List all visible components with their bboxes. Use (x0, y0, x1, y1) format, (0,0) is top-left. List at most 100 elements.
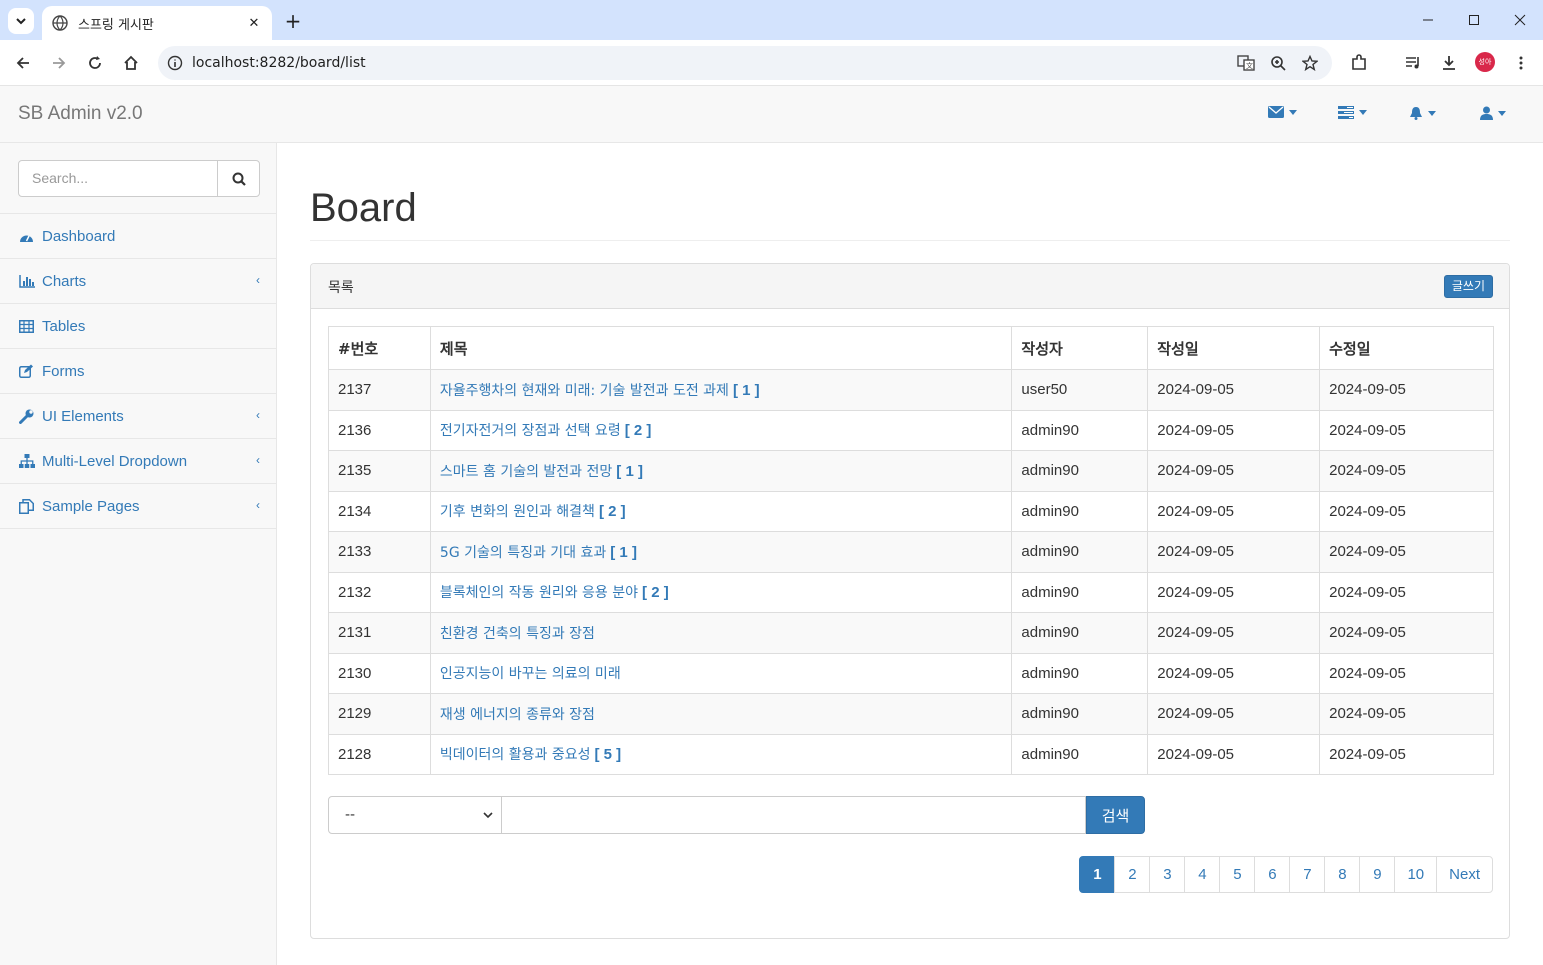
messages-dropdown[interactable] (1268, 106, 1297, 118)
zoom-icon[interactable] (1264, 49, 1292, 77)
next-page-link[interactable]: Next (1436, 856, 1493, 893)
post-title-link[interactable]: 블록체인의 작동 원리와 응용 분야 (440, 585, 638, 601)
post-writer: admin90 (1011, 612, 1149, 654)
page-link-9[interactable]: 9 (1359, 856, 1396, 893)
minimize-button[interactable] (1405, 0, 1451, 40)
post-regdate: 2024-09-05 (1147, 733, 1321, 775)
page-link-5[interactable]: 5 (1219, 856, 1256, 893)
post-updatedate: 2024-09-05 (1319, 531, 1494, 573)
new-tab-button[interactable]: + (280, 8, 306, 34)
post-title-link[interactable]: 빅데이터의 활용과 중요성 (440, 747, 591, 763)
column-header-writer: 작성자 (1011, 326, 1149, 370)
page-link-1[interactable]: 1 (1079, 856, 1116, 893)
post-title-link[interactable]: 스마트 홈 기술의 발전과 전망 (440, 464, 612, 480)
reload-icon (89, 56, 101, 69)
panel-title: 목록 (328, 280, 354, 296)
page-wrapper: Board 목록 글쓰기 #번호 제목 작성자 작성일 수정일 2137 자율주행… (277, 143, 1543, 965)
reload-button[interactable] (81, 49, 109, 77)
post-number: 2133 (328, 531, 431, 573)
chevron-left-icon: ‹ (256, 453, 260, 467)
bookmark-star-icon[interactable] (1296, 49, 1324, 77)
search-type-select[interactable]: -- (328, 796, 502, 834)
board-panel: 목록 글쓰기 #번호 제목 작성자 작성일 수정일 2137 자율주행차의 현재와… (310, 263, 1510, 939)
table-row: 2137 자율주행차의 현재와 미래: 기술 발전과 도전 과제[ 1 ] user… (328, 369, 1494, 411)
post-regdate: 2024-09-05 (1147, 571, 1321, 613)
page-link-6[interactable]: 6 (1254, 856, 1291, 893)
page-link-2[interactable]: 2 (1114, 856, 1151, 893)
post-title-link[interactable]: 자율주행차의 현재와 미래: 기술 발전과 도전 과제 (440, 383, 729, 399)
close-window-button[interactable] (1497, 0, 1543, 40)
site-info-icon[interactable] (158, 55, 192, 71)
search-button[interactable]: 검색 (1086, 796, 1145, 834)
browser-tab[interactable]: 스프링 게시판 ✕ (42, 6, 272, 40)
column-header-no: #번호 (328, 326, 431, 370)
address-bar[interactable]: localhost:8282/board/list 文 (158, 46, 1332, 80)
post-updatedate: 2024-09-05 (1319, 733, 1494, 775)
sidebar-item-dashboard[interactable]: Dashboard (0, 214, 276, 259)
sidebar-search-input[interactable]: Search... (18, 160, 218, 197)
arrow-right-icon (53, 57, 66, 69)
downloads-button[interactable] (1435, 49, 1463, 77)
home-icon (124, 55, 138, 70)
page-link-10[interactable]: 10 (1394, 856, 1438, 893)
sidebar-item-tables[interactable]: Tables (0, 304, 276, 349)
home-button[interactable] (117, 49, 145, 77)
post-regdate: 2024-09-05 (1147, 450, 1321, 492)
post-writer: admin90 (1011, 652, 1149, 694)
table-row: 2130 인공지능이 바꾸는 의료의 미래 admin90 2024-09-05 202… (328, 652, 1494, 694)
post-number: 2132 (328, 571, 431, 613)
tab-close-icon[interactable]: ✕ (246, 16, 262, 31)
sidebar-search-button[interactable] (217, 160, 260, 197)
search-form: -- 검색 (328, 796, 1145, 834)
back-button[interactable] (9, 49, 37, 77)
files-icon (19, 498, 35, 514)
post-number: 2136 (328, 409, 431, 451)
bar-chart-icon (19, 273, 35, 289)
sidebar-item-forms[interactable]: Forms (0, 349, 276, 394)
column-header-regdate: 작성일 (1147, 326, 1321, 370)
page-link-8[interactable]: 8 (1324, 856, 1361, 893)
table-row: 2131 친환경 건축의 특징과 장점 admin90 2024-09-05 2024-… (328, 612, 1494, 654)
table-row: 2132 블록체인의 작동 원리와 응용 분야[ 2 ] admin90 2024-0… (328, 571, 1494, 613)
puzzle-icon (1352, 54, 1366, 70)
post-title-link[interactable]: 인공지능이 바꾸는 의료의 미래 (440, 666, 621, 682)
sidebar-item-multi-level-dropdown[interactable]: Multi-Level Dropdown ‹ (0, 439, 276, 484)
search-keyword-input[interactable] (502, 796, 1086, 834)
sidebar-item-sample-pages[interactable]: Sample Pages ‹ (0, 484, 276, 529)
reply-count: [ 1 ] (732, 381, 760, 399)
url-text[interactable]: localhost:8282/board/list (192, 55, 366, 71)
tab-search-button[interactable] (8, 8, 34, 34)
page-link-7[interactable]: 7 (1289, 856, 1326, 893)
post-regdate: 2024-09-05 (1147, 369, 1321, 411)
table-row: 2128 빅데이터의 활용과 중요성[ 5 ] admin90 2024-09-05 2… (328, 733, 1494, 775)
caret-down-icon (1289, 109, 1297, 115)
maximize-button[interactable] (1451, 0, 1497, 40)
sidebar-item-charts[interactable]: Charts ‹ (0, 259, 276, 304)
envelope-icon (1268, 106, 1284, 118)
post-title-link[interactable]: 전기자전거의 장점과 선택 요령 (440, 423, 621, 439)
sidebar-item-ui-elements[interactable]: UI Elements ‹ (0, 394, 276, 439)
post-title-link[interactable]: 기후 변화의 원인과 해결책 (440, 504, 595, 520)
column-header-title: 제목 (429, 326, 1013, 370)
page-link-3[interactable]: 3 (1149, 856, 1186, 893)
alerts-dropdown[interactable] (1409, 106, 1436, 120)
forward-button[interactable] (45, 49, 73, 77)
tasks-dropdown[interactable] (1338, 106, 1367, 119)
reply-count: [ 1 ] (616, 462, 643, 480)
write-button[interactable]: 글쓰기 (1443, 275, 1493, 298)
sidebar-search: Search... (0, 143, 276, 214)
user-dropdown[interactable] (1480, 106, 1506, 120)
reply-count: [ 2 ] (624, 422, 652, 440)
post-title-link[interactable]: 5G 기술의 특징과 기대 효과 (440, 545, 606, 561)
post-title-link[interactable]: 친환경 건축의 특징과 장점 (440, 626, 595, 642)
profile-avatar[interactable]: 성아 (1475, 52, 1495, 72)
translate-icon[interactable]: 文 (1232, 49, 1260, 77)
media-control-button[interactable] (1399, 49, 1427, 77)
post-title-cell: 블록체인의 작동 원리와 응용 분야[ 2 ] (429, 571, 1013, 613)
table-row: 2129 재생 에너지의 종류와 장점 admin90 2024-09-05 2024-… (328, 693, 1494, 735)
brand-link[interactable]: SB Admin v2.0 (18, 103, 143, 125)
page-link-4[interactable]: 4 (1184, 856, 1221, 893)
post-title-link[interactable]: 재생 에너지의 종류와 장점 (440, 707, 595, 723)
extensions-button[interactable] (1345, 49, 1373, 77)
browser-menu-button[interactable] (1507, 49, 1535, 77)
